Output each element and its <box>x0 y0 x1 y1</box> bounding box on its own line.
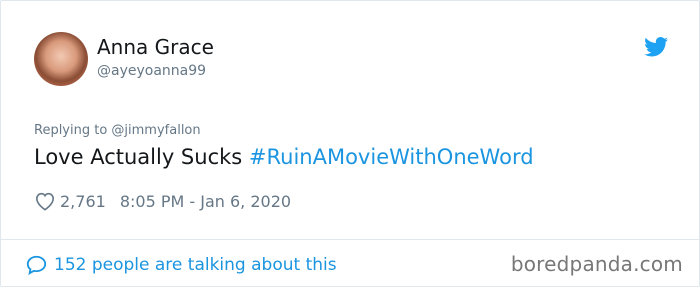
avatar[interactable] <box>34 32 88 86</box>
timestamp[interactable]: 8:05 PM - Jan 6, 2020 <box>120 192 291 211</box>
replying-to[interactable]: Replying to @jimmyfallon <box>34 123 201 138</box>
author-name[interactable]: Anna Grace <box>97 35 214 59</box>
tweet-text: Love Actually Sucks #RuinAMovieWithOneWo… <box>34 145 534 169</box>
heart-icon[interactable] <box>34 191 56 211</box>
tweet-meta: 2,761 8:05 PM - Jan 6, 2020 <box>34 188 291 214</box>
speech-bubble-icon <box>26 255 47 276</box>
divider <box>1 239 699 240</box>
tweet-card: Anna Grace @ayeyoanna99 Replying to @jim… <box>0 0 700 287</box>
talking-about-text[interactable]: 152 people are talking about this <box>54 255 337 275</box>
like-count[interactable]: 2,761 <box>60 192 106 211</box>
watermark: boredpanda.com <box>510 252 683 276</box>
twitter-bird-icon[interactable] <box>644 37 668 57</box>
author-handle[interactable]: @ayeyoanna99 <box>97 63 206 79</box>
hashtag-link[interactable]: #RuinAMovieWithOneWord <box>249 145 534 169</box>
tweet-text-plain: Love Actually Sucks <box>34 145 249 169</box>
talking-about-link[interactable]: 152 people are talking about this <box>25 252 337 278</box>
